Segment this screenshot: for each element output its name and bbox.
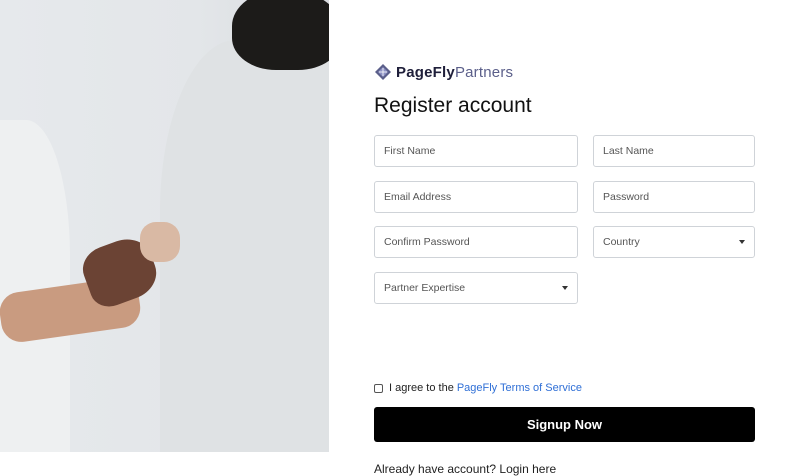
page-title: Register account [374, 94, 532, 117]
password-field[interactable]: Password [593, 181, 755, 213]
email-placeholder: Email Address [384, 191, 452, 203]
partner-expertise-placeholder: Partner Expertise [384, 282, 466, 294]
terms-text: I agree to the [389, 382, 454, 394]
terms-checkbox[interactable] [374, 383, 383, 393]
register-panel: PageFlyPartners Register account First N… [329, 0, 800, 476]
photo-person-hair [232, 0, 329, 70]
chevron-down-icon [739, 240, 745, 244]
brand-name-bold: PageFly [396, 63, 455, 81]
confirm-password-field[interactable]: Confirm Password [374, 226, 578, 258]
hero-photo [0, 0, 329, 452]
password-placeholder: Password [603, 191, 650, 203]
brand-name-light: Partners [454, 63, 514, 81]
login-link[interactable]: Already have account? Login here [374, 462, 556, 476]
country-placeholder: Country [603, 236, 640, 248]
photo-hand-light [140, 222, 180, 262]
partner-expertise-select[interactable]: Partner Expertise [374, 272, 578, 304]
signup-button[interactable]: Signup Now [374, 407, 755, 442]
terms-link[interactable]: PageFly Terms of Service [457, 382, 582, 394]
confirm-password-placeholder: Confirm Password [384, 236, 470, 248]
register-form: PageFlyPartners Register account First N… [374, 60, 755, 476]
pagefly-logo-icon [375, 64, 391, 80]
brand-logo: PageFlyPartners [374, 60, 755, 84]
first-name-placeholder: First Name [384, 145, 436, 157]
last-name-field[interactable]: Last Name [593, 135, 755, 167]
email-field[interactable]: Email Address [374, 181, 578, 213]
photo-person-torso [160, 40, 329, 452]
first-name-field[interactable]: First Name [374, 135, 578, 167]
brand-name: PageFlyPartners [396, 64, 513, 81]
last-name-placeholder: Last Name [603, 145, 654, 157]
country-select[interactable]: Country [593, 226, 755, 258]
chevron-down-icon [562, 286, 568, 290]
terms-agreement: I agree to the PageFly Terms of Service [374, 382, 582, 394]
